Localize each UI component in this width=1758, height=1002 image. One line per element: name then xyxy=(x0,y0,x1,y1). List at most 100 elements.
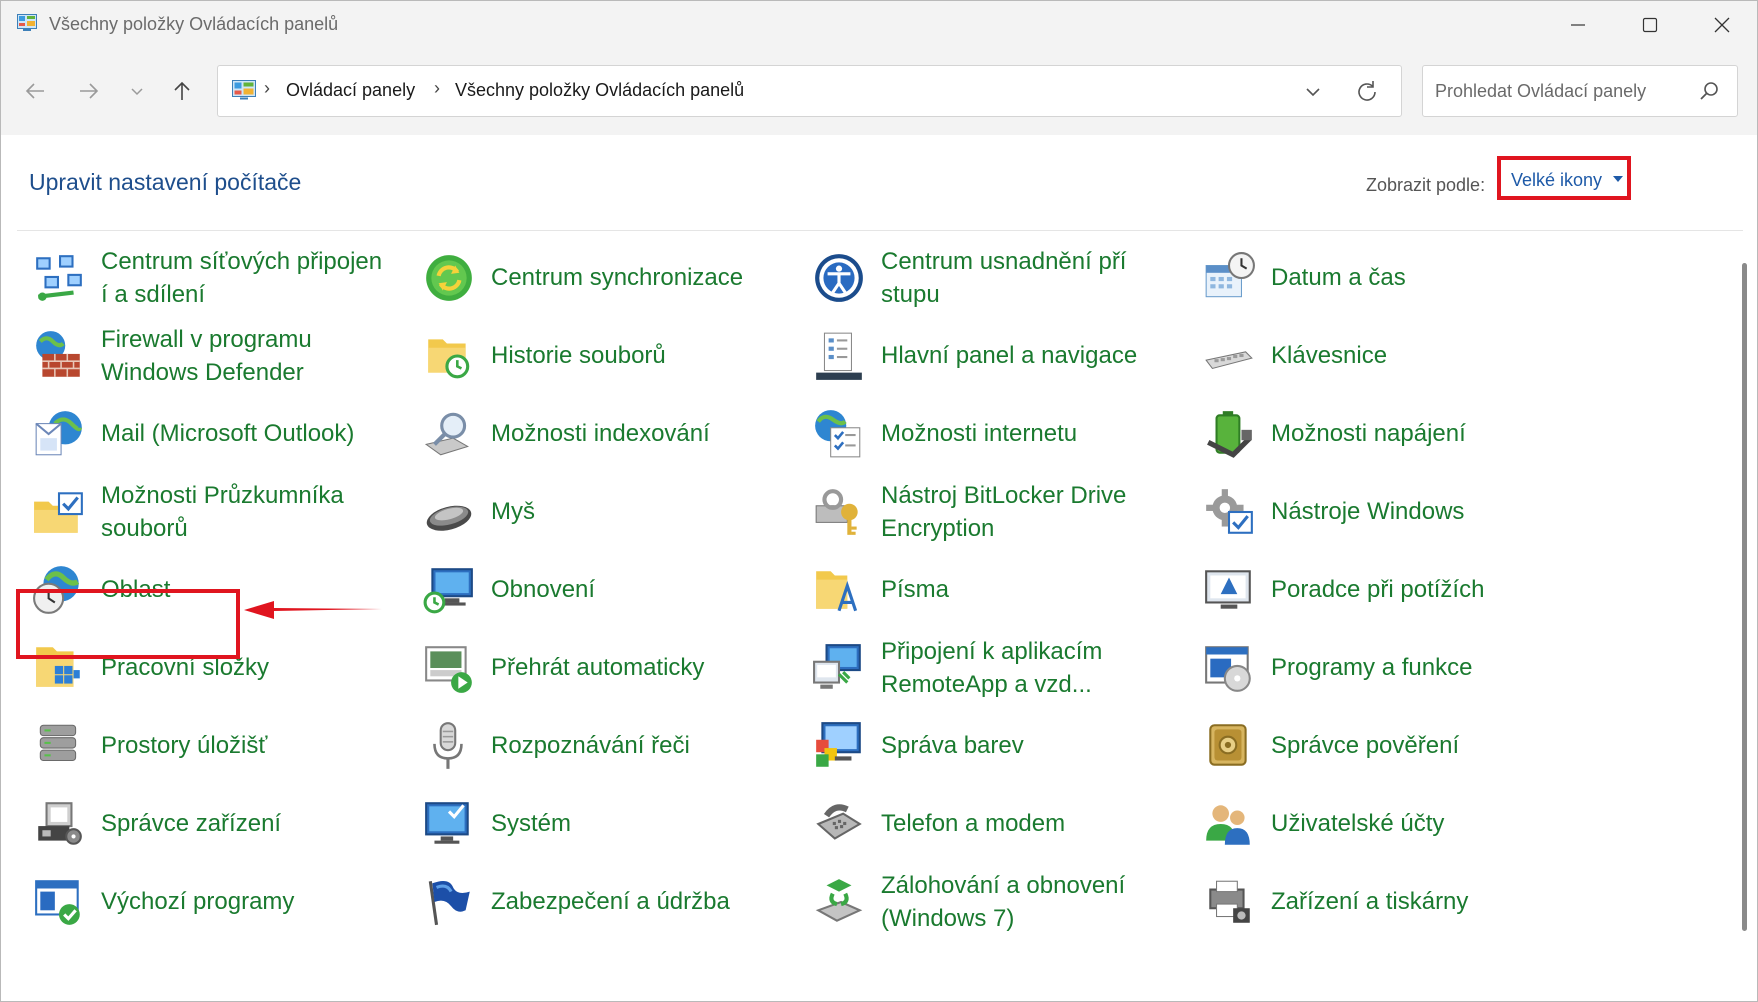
item-label[interactable]: Rozpoznávání řeči xyxy=(491,729,801,762)
control-panel-item-nastroje-windows[interactable]: Nástroje Windows xyxy=(1201,473,1581,551)
minimize-button[interactable] xyxy=(1548,1,1608,49)
item-label[interactable]: Správce zařízení xyxy=(101,807,411,840)
close-button[interactable] xyxy=(1692,1,1752,49)
control-panel-item-pripojeni-k-aplikacim-remoteapp-a-vzd[interactable]: Připojení k aplikacím RemoteApp a vzd... xyxy=(811,629,1191,707)
address-bar[interactable]: › Ovládací panely › Všechny položky Ovlá… xyxy=(217,65,1402,117)
refresh-icon[interactable] xyxy=(1353,78,1381,106)
item-label[interactable]: Telefon a modem xyxy=(881,807,1191,840)
control-panel-item-system[interactable]: Systém xyxy=(421,785,801,863)
item-label[interactable]: Možnosti napájení xyxy=(1271,417,1581,450)
item-label[interactable]: Klávesnice xyxy=(1271,339,1581,372)
control-panel-item-spravce-zarizeni[interactable]: Správce zařízení xyxy=(31,785,411,863)
item-label-line: Přehrát automaticky xyxy=(491,654,705,681)
view-by-value: Velké ikony xyxy=(1511,170,1603,190)
minimize-icon xyxy=(1571,24,1585,26)
item-label[interactable]: Historie souborů xyxy=(491,339,801,372)
control-panel-item-mys[interactable]: Myš xyxy=(421,473,801,551)
item-label[interactable]: Myš xyxy=(491,495,801,528)
item-label[interactable]: Nástroj BitLocker Drive Encryption xyxy=(881,479,1191,545)
item-label[interactable]: Možnosti Průzkumníka souborů xyxy=(101,479,411,545)
control-panel-item-prehrat-automaticky[interactable]: Přehrát automaticky xyxy=(421,629,801,707)
breadcrumb-all-items[interactable]: Všechny položky Ovládacích panelů xyxy=(455,80,744,101)
control-panel-item-datum-a-cas[interactable]: Datum a čas xyxy=(1201,239,1581,317)
control-panel-item-klavesnice[interactable]: Klávesnice xyxy=(1201,317,1581,395)
item-label[interactable]: Možnosti internetu xyxy=(881,417,1191,450)
control-panel-item-moznosti-internetu[interactable]: Možnosti internetu xyxy=(811,395,1191,473)
item-label[interactable]: Obnovení xyxy=(491,573,801,606)
item-label[interactable]: Zařízení a tiskárny xyxy=(1271,885,1581,918)
control-panel-item-hlavni-panel-a-navigace[interactable]: Hlavní panel a navigace xyxy=(811,317,1191,395)
item-label[interactable]: Mail (Microsoft Outlook) xyxy=(101,417,411,450)
recent-locations-button[interactable] xyxy=(117,71,157,111)
view-by-dropdown[interactable]: Velké ikony xyxy=(1497,156,1631,200)
date-time-icon xyxy=(1205,252,1255,298)
item-label[interactable]: Přehrát automaticky xyxy=(491,651,801,684)
item-label[interactable]: Správa barev xyxy=(881,729,1191,762)
item-label[interactable]: Správce pověření xyxy=(1271,729,1581,762)
scrollbar-thumb[interactable] xyxy=(1742,263,1747,931)
item-label[interactable]: Zabezpečení a údržba xyxy=(491,885,801,918)
item-label[interactable]: Nástroje Windows xyxy=(1271,495,1581,528)
search-box[interactable] xyxy=(1422,65,1738,117)
control-panel-item-zarizeni-a-tiskarny[interactable]: Zařízení a tiskárny xyxy=(1201,863,1581,941)
control-panel-item-centrum-usnadneni-pristupu[interactable]: Centrum usnadnění pří stupu xyxy=(811,239,1191,317)
item-label[interactable]: Zálohování a obnovení (Windows 7) xyxy=(881,869,1191,935)
control-panel-item-pisma[interactable]: Písma xyxy=(811,551,1191,629)
search-icon[interactable] xyxy=(1698,80,1720,102)
control-panel-item-historie-souboru[interactable]: Historie souborů xyxy=(421,317,801,395)
control-panel-item-poradce-pri-potizich[interactable]: Poradce při potížích xyxy=(1201,551,1581,629)
control-panel-item-uzivatelske-ucty[interactable]: Uživatelské účty xyxy=(1201,785,1581,863)
control-panel-item-obnoveni[interactable]: Obnovení xyxy=(421,551,801,629)
item-label[interactable]: Výchozí programy xyxy=(101,885,411,918)
control-panel-item-mail-microsoft-outlook[interactable]: Mail (Microsoft Outlook) xyxy=(31,395,411,473)
item-label-line: í a sdílení xyxy=(101,281,206,308)
item-label[interactable]: Systém xyxy=(491,807,801,840)
device-manager-icon xyxy=(38,802,82,845)
control-panel-item-moznosti-napajeni[interactable]: Možnosti napájení xyxy=(1201,395,1581,473)
item-label-line: Rozpoznávání řeči xyxy=(491,732,690,759)
search-input[interactable] xyxy=(1435,76,1685,106)
breadcrumb-control-panel[interactable]: Ovládací panely xyxy=(286,80,415,101)
content-header: Upravit nastavení počítače Zobrazit podl… xyxy=(1,135,1757,231)
item-label[interactable]: Datum a čas xyxy=(1271,261,1581,294)
maximize-button[interactable] xyxy=(1620,1,1680,49)
control-panel-item-telefon-a-modem[interactable]: Telefon a modem xyxy=(811,785,1191,863)
item-label[interactable]: Možnosti indexování xyxy=(491,417,801,450)
back-button[interactable] xyxy=(15,71,55,111)
control-panel-item-centrum-synchronizace[interactable]: Centrum synchronizace xyxy=(421,239,801,317)
maximize-icon xyxy=(1642,17,1658,33)
item-label-line: Uživatelské účty xyxy=(1271,810,1445,837)
item-label[interactable]: Poradce při potížích xyxy=(1271,573,1581,606)
arrow-right-icon xyxy=(80,83,99,99)
up-button[interactable] xyxy=(162,71,202,111)
item-label[interactable]: Připojení k aplikacím RemoteApp a vzd... xyxy=(881,635,1191,701)
control-panel-item-zalohovani-a-obnoveni-windows-7[interactable]: Zálohování a obnovení (Windows 7) xyxy=(811,863,1191,941)
control-panel-item-nastroj-bitlocker-drive-encryption[interactable]: Nástroj BitLocker Drive Encryption xyxy=(811,473,1191,551)
item-label[interactable]: Prostory úložišť xyxy=(101,729,411,762)
control-panel-item-sprava-barev[interactable]: Správa barev xyxy=(811,707,1191,785)
chevron-down-icon[interactable] xyxy=(1301,80,1325,104)
control-panel-item-vychozi-programy[interactable]: Výchozí programy xyxy=(31,863,411,941)
item-label-line: Možnosti Průzkumníka xyxy=(101,482,344,509)
control-panel-item-rozpoznavani-reci[interactable]: Rozpoznávání řeči xyxy=(421,707,801,785)
control-panel-item-firewall-v-programu-windows-defender[interactable]: Firewall v programu Windows Defender xyxy=(31,317,411,395)
control-panel-item-spravce-povereni[interactable]: Správce pověření xyxy=(1201,707,1581,785)
item-label[interactable]: Programy a funkce xyxy=(1271,651,1581,684)
control-panel-item-centrum-sitovych-pripojeni-a-sdileni[interactable]: Centrum síťových připojen í a sdílení xyxy=(31,239,411,317)
control-panel-item-moznosti-indexovani[interactable]: Možnosti indexování xyxy=(421,395,801,473)
item-label[interactable]: Písma xyxy=(881,573,1191,606)
control-panel-item-programy-a-funkce[interactable]: Programy a funkce xyxy=(1201,629,1581,707)
item-label[interactable]: Hlavní panel a navigace xyxy=(881,339,1191,372)
item-label-line: Telefon a modem xyxy=(881,810,1066,837)
item-label[interactable]: Uživatelské účty xyxy=(1271,807,1581,840)
forward-button[interactable] xyxy=(69,71,109,111)
item-label-line: Připojení k aplikacím xyxy=(881,638,1103,665)
control-panel-item-prostory-ulozist[interactable]: Prostory úložišť xyxy=(31,707,411,785)
arrow-left-icon xyxy=(25,83,44,99)
item-label[interactable]: Centrum synchronizace xyxy=(491,261,801,294)
control-panel-item-moznosti-pruzkumnika-souboru[interactable]: Možnosti Průzkumníka souborů xyxy=(31,473,411,551)
control-panel-item-zabezpeceni-a-udrzba[interactable]: Zabezpečení a údržba xyxy=(421,863,801,941)
item-label[interactable]: Centrum síťových připojen í a sdílení xyxy=(101,245,411,311)
item-label[interactable]: Firewall v programu Windows Defender xyxy=(101,323,411,389)
item-label[interactable]: Centrum usnadnění pří stupu xyxy=(881,245,1191,311)
